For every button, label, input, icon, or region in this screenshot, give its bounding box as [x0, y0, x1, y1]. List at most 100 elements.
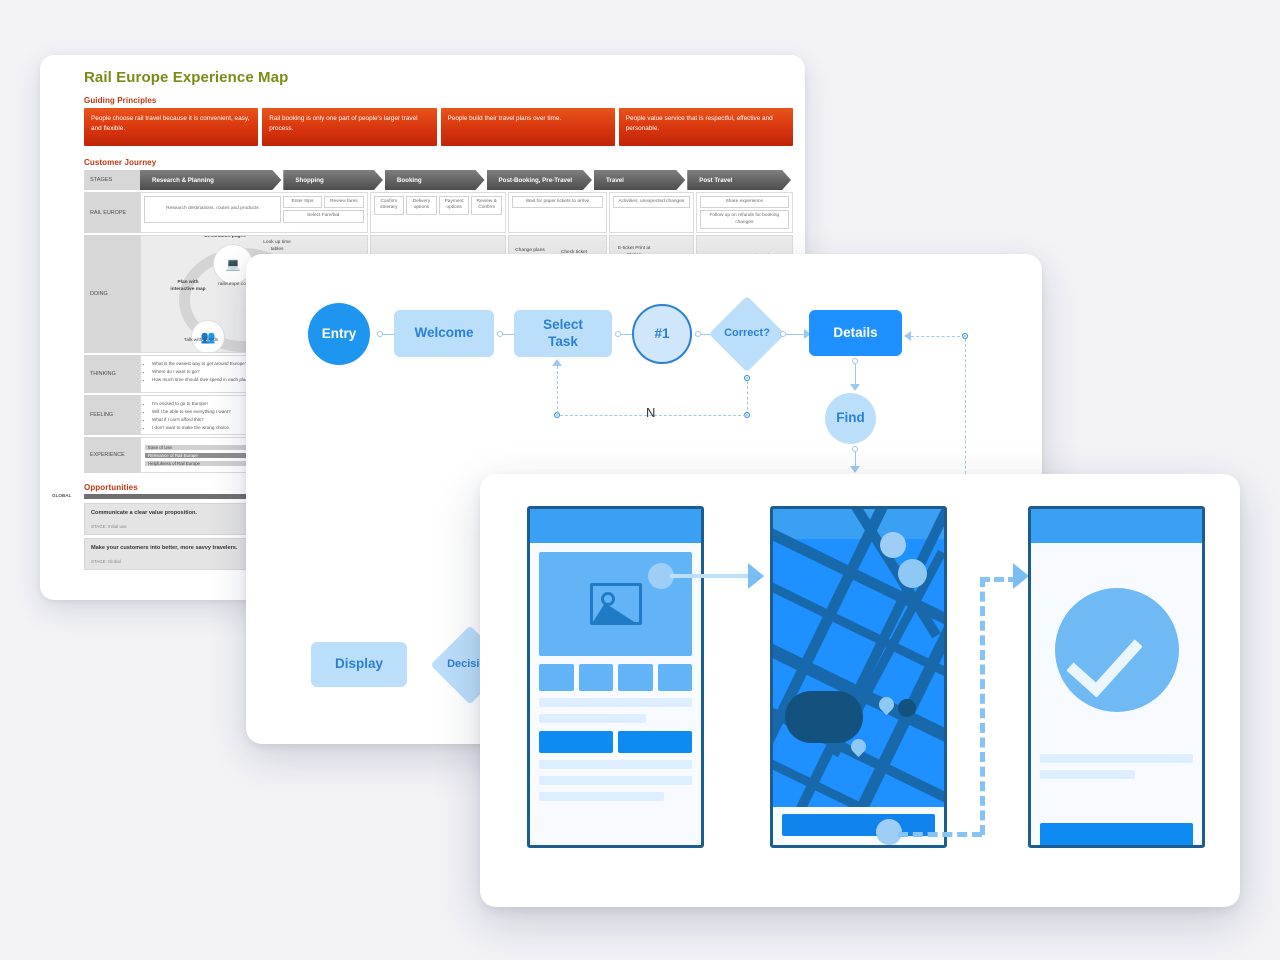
thumbnail-item[interactable]	[578, 664, 613, 691]
doing-label: Plan with interactive map	[170, 280, 206, 293]
return-line-horizontal	[911, 336, 965, 337]
experience-bar-label: Helpfulness of Rail Europe	[148, 461, 200, 467]
thumbnail-item[interactable]	[618, 664, 653, 691]
touchpoint: Follow up on refunds for booking changes	[699, 210, 789, 230]
touchpoint: Delivery options	[406, 196, 437, 215]
touchpoint: Select Fare/bid	[282, 210, 364, 223]
text-placeholder-line	[539, 698, 692, 707]
row-label-feeling: FEELING	[84, 395, 140, 436]
principle-item: People value service that is respectful,…	[618, 108, 793, 146]
text-placeholder-line	[539, 776, 692, 785]
canvas: Rail Europe Experience Map Guiding Princ…	[0, 0, 1280, 960]
doing-label: Look up time tables	[263, 240, 291, 253]
node-label: Details	[833, 324, 878, 340]
return-arrow	[904, 331, 911, 341]
node-correct-decision[interactable]: Correct?	[708, 295, 786, 373]
dashed-flow-vertical	[980, 577, 985, 835]
row-label-rail-europe: RAIL EUROPE	[84, 192, 140, 234]
connector-arrow	[850, 384, 860, 391]
stage-chevron[interactable]: Post-Booking, Pre-Travel	[487, 170, 592, 190]
stages-label: STAGES	[84, 170, 140, 190]
cta-row	[539, 731, 692, 753]
node-label: Display	[334, 656, 384, 672]
phone-map-screen[interactable]	[770, 506, 947, 848]
map-marker-dot	[898, 699, 916, 717]
guiding-principles-heading: Guiding Principles	[84, 96, 157, 105]
phone-content-screen[interactable]	[527, 506, 704, 848]
node-details[interactable]: Details	[809, 310, 902, 356]
touchpoint: Enter trips	[282, 196, 323, 209]
row-label-experience: EXPERIENCE	[84, 437, 140, 474]
touchpoint: Review fares	[324, 196, 364, 209]
secondary-button[interactable]	[618, 731, 692, 753]
stage-header-row: STAGES Research & Planning Shopping Book…	[84, 170, 793, 190]
node-label: Correct?	[724, 327, 770, 340]
touchpoint: Share experience	[699, 196, 789, 209]
hotspot-dot	[880, 532, 906, 558]
doing-label: Destination pages	[204, 235, 246, 240]
doing-label: Talk with friends	[183, 338, 219, 344]
principle-item: People build their travel plans over tim…	[440, 108, 615, 146]
stage-chevron[interactable]: Travel	[594, 170, 685, 190]
primary-button[interactable]	[539, 731, 613, 753]
principle-item: People choose rail travel because it is …	[84, 108, 259, 146]
stage-chevron[interactable]: Shopping	[283, 170, 383, 190]
text-placeholder-line	[1040, 754, 1193, 763]
flow-arrow-head	[748, 563, 764, 589]
text-placeholder-line	[539, 760, 692, 769]
table-row: RAIL EUROPE Research destinations, route…	[84, 192, 793, 234]
touchpoint: Research destinations, routes and produc…	[144, 196, 281, 223]
principle-item: Rail booking is only one part of people'…	[262, 108, 437, 146]
app-header-bar	[1031, 509, 1202, 543]
customer-journey-heading: Customer Journey	[84, 158, 157, 167]
branch-line-vertical	[557, 366, 558, 414]
row-label-doing: DOING	[84, 235, 140, 354]
touchpoint: Payment options	[438, 196, 470, 215]
app-header-bar	[530, 509, 701, 543]
return-line-vertical	[965, 339, 966, 489]
touchpoint: Activities, unexpected changes	[613, 196, 690, 209]
phone-success-screen[interactable]	[1028, 506, 1205, 848]
text-placeholder-line	[539, 792, 665, 801]
success-check-icon	[1054, 588, 1179, 712]
stage-chevron[interactable]: Booking	[385, 170, 485, 190]
touchpoint: Confirm itinerary	[373, 196, 405, 215]
row-label-thinking: THINKING	[84, 355, 140, 394]
map-park-shape	[785, 691, 863, 743]
branch-line-vertical	[747, 381, 748, 415]
stage-chevron[interactable]: Post Travel	[687, 170, 791, 190]
text-placeholder-line	[1040, 770, 1135, 779]
map-canvas[interactable]	[773, 509, 944, 845]
flow-arrow-line	[670, 574, 753, 578]
dashed-flow-horizontal	[898, 832, 982, 837]
thumbnail-item[interactable]	[657, 664, 692, 691]
map-location-dot	[898, 559, 927, 588]
connector-arrow	[850, 466, 860, 473]
node-find[interactable]: Find	[825, 393, 876, 444]
branch-label-n: N	[646, 405, 656, 420]
page-title: Rail Europe Experience Map	[84, 69, 289, 86]
node-label: #1	[654, 325, 670, 341]
text-placeholder-line	[539, 714, 647, 723]
global-label: GLOBAL	[52, 493, 72, 499]
node-display[interactable]: Display	[311, 642, 407, 687]
node-select-task[interactable]: Select Task	[514, 310, 612, 357]
connector-line	[854, 364, 857, 386]
node-welcome[interactable]: Welcome	[394, 310, 494, 357]
thumbnail-item[interactable]	[539, 664, 574, 691]
flow-arrow-head	[1013, 563, 1029, 589]
node-label: Entry	[321, 325, 357, 341]
phone-mockups-card[interactable]	[480, 474, 1240, 907]
node-label: Welcome	[414, 325, 474, 341]
node-label: Select Task	[543, 317, 583, 349]
stage-chevron[interactable]: Research & Planning	[140, 170, 281, 190]
node-entry[interactable]: Entry	[308, 303, 370, 365]
branch-arrow	[552, 359, 562, 366]
thumbnail-row	[539, 664, 692, 691]
image-icon	[589, 583, 642, 625]
node-label: Find	[836, 410, 865, 426]
primary-button[interactable]	[1040, 823, 1193, 845]
people-icon: 👥	[191, 320, 225, 353]
experience-bar-label: Ease of Use	[148, 445, 172, 451]
node-step-one[interactable]: #1	[632, 304, 692, 364]
